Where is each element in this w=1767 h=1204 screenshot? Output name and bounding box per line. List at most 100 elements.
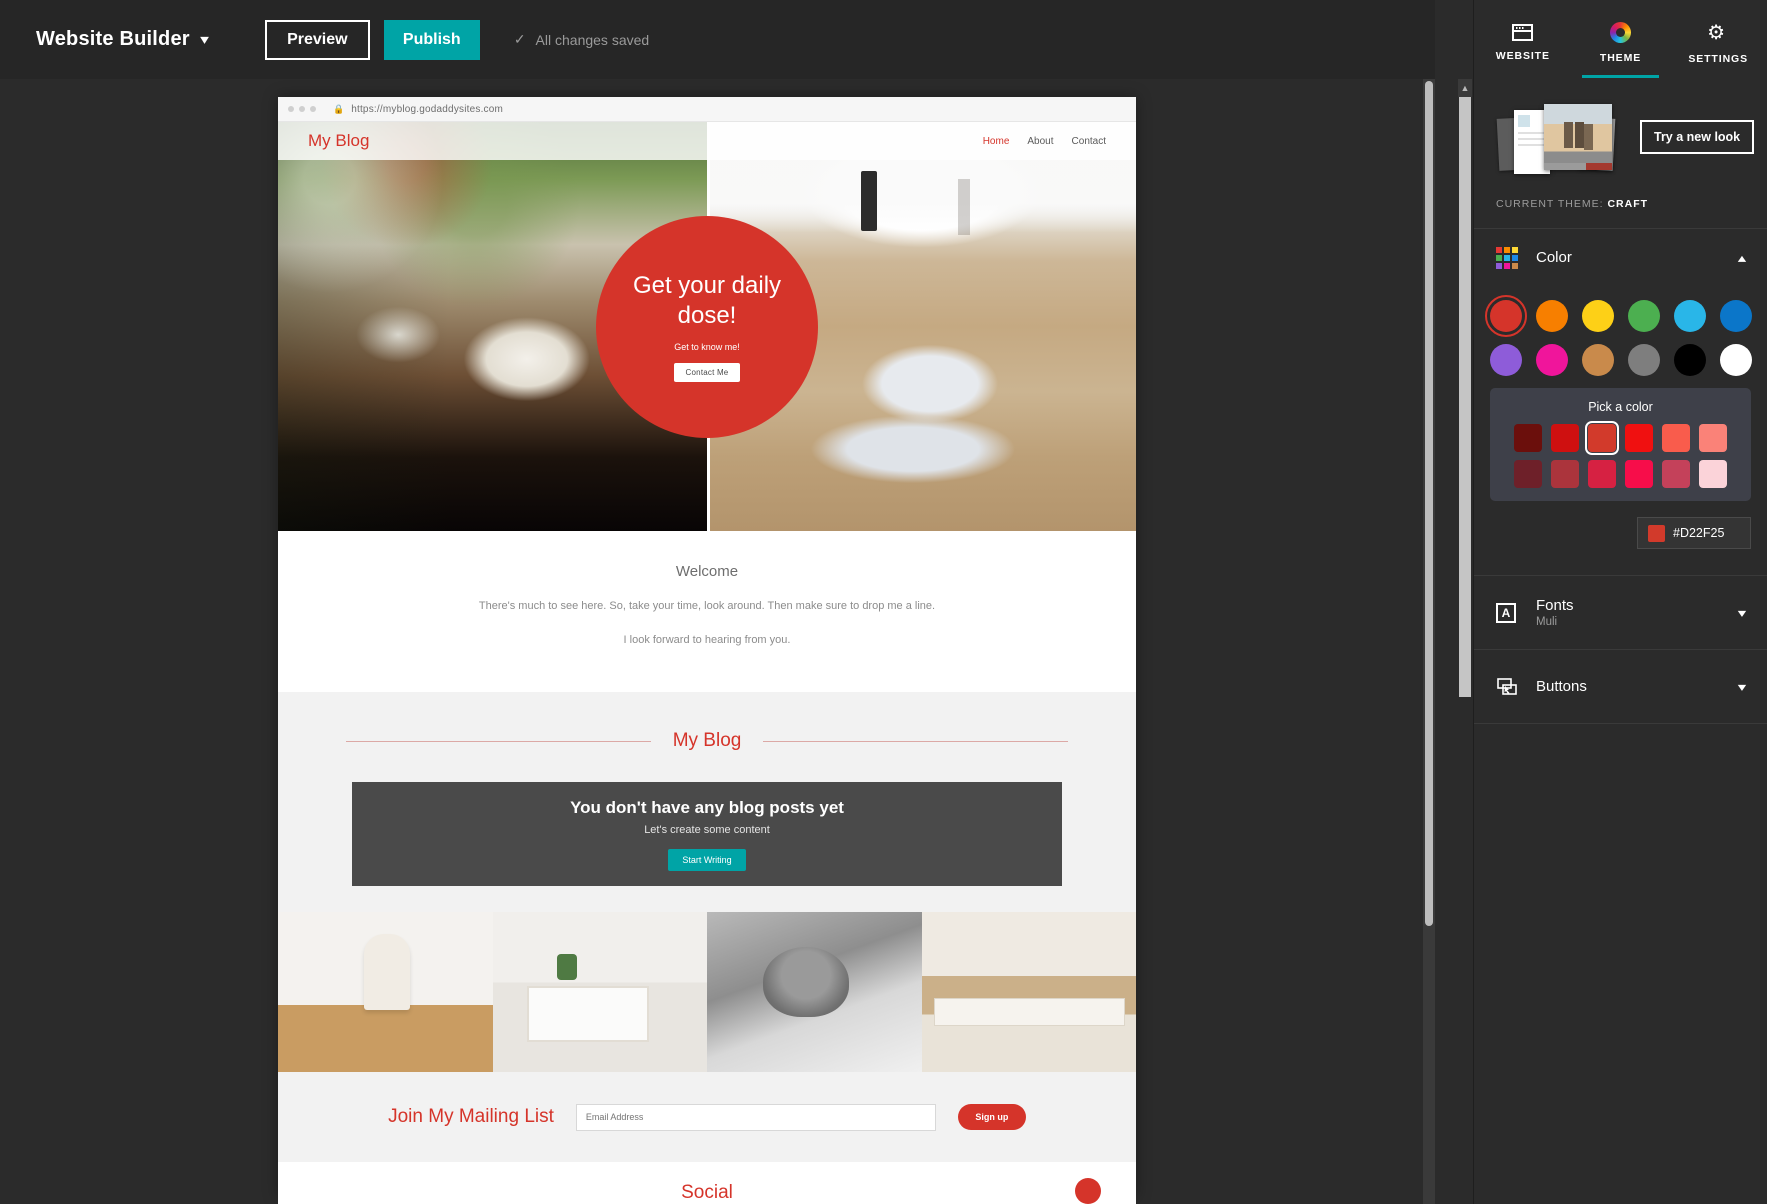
chevron-up-icon[interactable]: ▴ [1738, 251, 1746, 265]
pick-swatch-11[interactable] [1662, 460, 1690, 488]
chevron-down-icon[interactable]: ▾ [1738, 606, 1746, 620]
gallery-item-shelf[interactable] [492, 912, 707, 1072]
theme-swatch-gray[interactable] [1627, 344, 1660, 376]
pick-a-color-label: Pick a color [1588, 400, 1653, 414]
canvas-scrollbar[interactable] [1423, 79, 1435, 1204]
hex-color-value: #D22F25 [1673, 526, 1725, 540]
email-address-input[interactable] [575, 1103, 936, 1131]
panel-scroll-thumb[interactable] [1459, 97, 1471, 697]
welcome-paragraph-2: I look forward to hearing from you. [623, 634, 791, 646]
social-title: Social [681, 1182, 733, 1203]
font-a-icon: A [1496, 602, 1522, 623]
check-icon: ✓ [513, 31, 526, 47]
blog-empty-heading: You don't have any blog posts yet [570, 797, 844, 817]
section-header-buttons[interactable]: Buttons ▾ [1474, 649, 1767, 723]
pick-swatch-6[interactable] [1699, 424, 1727, 452]
hero-headline: Get your daily dose! [632, 272, 782, 329]
theme-panel: ▲ WEBSITE THEME ⚙ SETTINGS Try a new loo… [1458, 0, 1767, 1204]
theme-preview-row: Try a new look [1474, 78, 1767, 176]
tab-settings[interactable]: ⚙ SETTINGS [1669, 0, 1767, 78]
save-status: ✓ All changes saved [514, 31, 649, 48]
pick-swatch-3-selected[interactable] [1585, 421, 1619, 455]
hex-color-field[interactable]: #D22F25 [1637, 517, 1751, 549]
gear-icon: ⚙ [1707, 21, 1726, 44]
color-section-body: Pick a color #D22F25 [1474, 286, 1767, 559]
current-theme-name: CRAFT [1607, 198, 1649, 210]
pick-swatch-9[interactable] [1588, 460, 1616, 488]
contact-me-button[interactable]: Contact Me [673, 362, 741, 382]
gallery-item-desk[interactable] [921, 912, 1136, 1072]
theme-thumb-front [1544, 104, 1612, 170]
canvas-scroll-thumb[interactable] [1425, 81, 1433, 926]
theme-swatch-yellow[interactable] [1581, 300, 1614, 332]
theme-swatch-cyan[interactable] [1673, 300, 1706, 332]
address-bar-url[interactable]: https://myblog.godaddysites.com [351, 104, 503, 115]
site-logo[interactable]: My Blog [308, 131, 369, 151]
mailing-list-title: Join My Mailing List [388, 1106, 554, 1127]
window-dot-yellow [299, 106, 305, 112]
scroll-up-arrow-icon[interactable]: ▲ [1458, 79, 1472, 97]
nav-item-contact[interactable]: Contact [1072, 136, 1106, 147]
chevron-down-icon[interactable]: ▾ [1738, 680, 1746, 694]
theme-swatch-purple[interactable] [1489, 344, 1522, 376]
site-preview-canvas: 🔒 https://myblog.godaddysites.com My Blo… [0, 79, 1435, 1204]
tab-theme[interactable]: THEME [1572, 0, 1670, 78]
app-title: Website Builder [36, 28, 190, 50]
pick-swatch-row-1 [1490, 421, 1751, 455]
chevron-down-icon[interactable]: ▾ [200, 31, 209, 48]
section-label-buttons: Buttons [1536, 678, 1587, 695]
section-header-fonts[interactable]: A Fonts Muli ▾ [1474, 575, 1767, 649]
theme-swatch-red[interactable] [1484, 295, 1527, 337]
section-header-color[interactable]: Color ▴ [1474, 228, 1767, 286]
theme-swatch-orange[interactable] [1535, 300, 1568, 332]
try-a-new-look-button[interactable]: Try a new look [1640, 120, 1755, 154]
current-theme-prefix: CURRENT THEME: [1496, 198, 1604, 210]
pick-swatch-7[interactable] [1514, 460, 1542, 488]
pick-swatch-row-2 [1490, 460, 1751, 488]
start-writing-button[interactable]: Start Writing [668, 848, 746, 871]
pick-swatch-1[interactable] [1514, 424, 1542, 452]
sign-up-button[interactable]: Sign up [957, 1104, 1026, 1130]
window-icon [1512, 24, 1534, 41]
panel-tabs: WEBSITE THEME ⚙ SETTINGS [1474, 0, 1767, 78]
tab-website[interactable]: WEBSITE [1474, 0, 1572, 78]
pick-swatch-2[interactable] [1551, 424, 1579, 452]
social-accent-dot [1075, 1178, 1101, 1204]
blog-empty-sub: Let's create some content [644, 823, 770, 836]
welcome-paragraph-1: There's much to see here. So, take your … [478, 600, 936, 612]
pick-swatch-8[interactable] [1551, 460, 1579, 488]
hero-circle: Get your daily dose! Get to know me! Con… [596, 215, 818, 438]
hex-color-chip [1648, 524, 1665, 542]
social-section: Social [278, 1162, 1136, 1204]
lock-icon: 🔒 [333, 103, 345, 114]
site-nav: Home About Contact [983, 136, 1106, 147]
preview-button[interactable]: Preview [264, 19, 370, 60]
gallery-item-chair[interactable] [278, 912, 493, 1072]
panel-bottom-divider [1474, 723, 1767, 724]
panel-scrollbar[interactable]: ▲ [1458, 79, 1472, 1204]
color-grid-icon [1496, 246, 1522, 269]
theme-swatch-green[interactable] [1627, 300, 1660, 332]
publish-button[interactable]: Publish [383, 19, 480, 60]
theme-swatch-white[interactable] [1719, 344, 1752, 376]
browser-chrome: 🔒 https://myblog.godaddysites.com [278, 97, 1136, 122]
pick-swatch-5[interactable] [1662, 424, 1690, 452]
tab-website-label: WEBSITE [1495, 50, 1550, 62]
gallery-item-kitten[interactable] [707, 912, 922, 1072]
pick-swatch-4[interactable] [1625, 424, 1653, 452]
window-dot-green [310, 106, 316, 112]
theme-swatch-tan[interactable] [1581, 344, 1614, 376]
nav-item-home[interactable]: Home [983, 136, 1010, 147]
site-header: My Blog Home About Contact [278, 122, 1136, 160]
pick-swatch-12[interactable] [1699, 460, 1727, 488]
pick-swatch-10[interactable] [1625, 460, 1653, 488]
color-wheel-icon [1610, 22, 1631, 43]
theme-swatch-black[interactable] [1673, 344, 1706, 376]
theme-swatch-blue[interactable] [1719, 300, 1752, 332]
theme-thumbnail-stack [1496, 98, 1618, 176]
section-label-fonts: Fonts [1536, 597, 1574, 614]
nav-item-about[interactable]: About [1027, 136, 1053, 147]
blog-empty-state: You don't have any blog posts yet Let's … [352, 782, 1062, 886]
theme-swatch-pink[interactable] [1535, 344, 1568, 376]
theme-swatch-row-1 [1474, 295, 1767, 337]
